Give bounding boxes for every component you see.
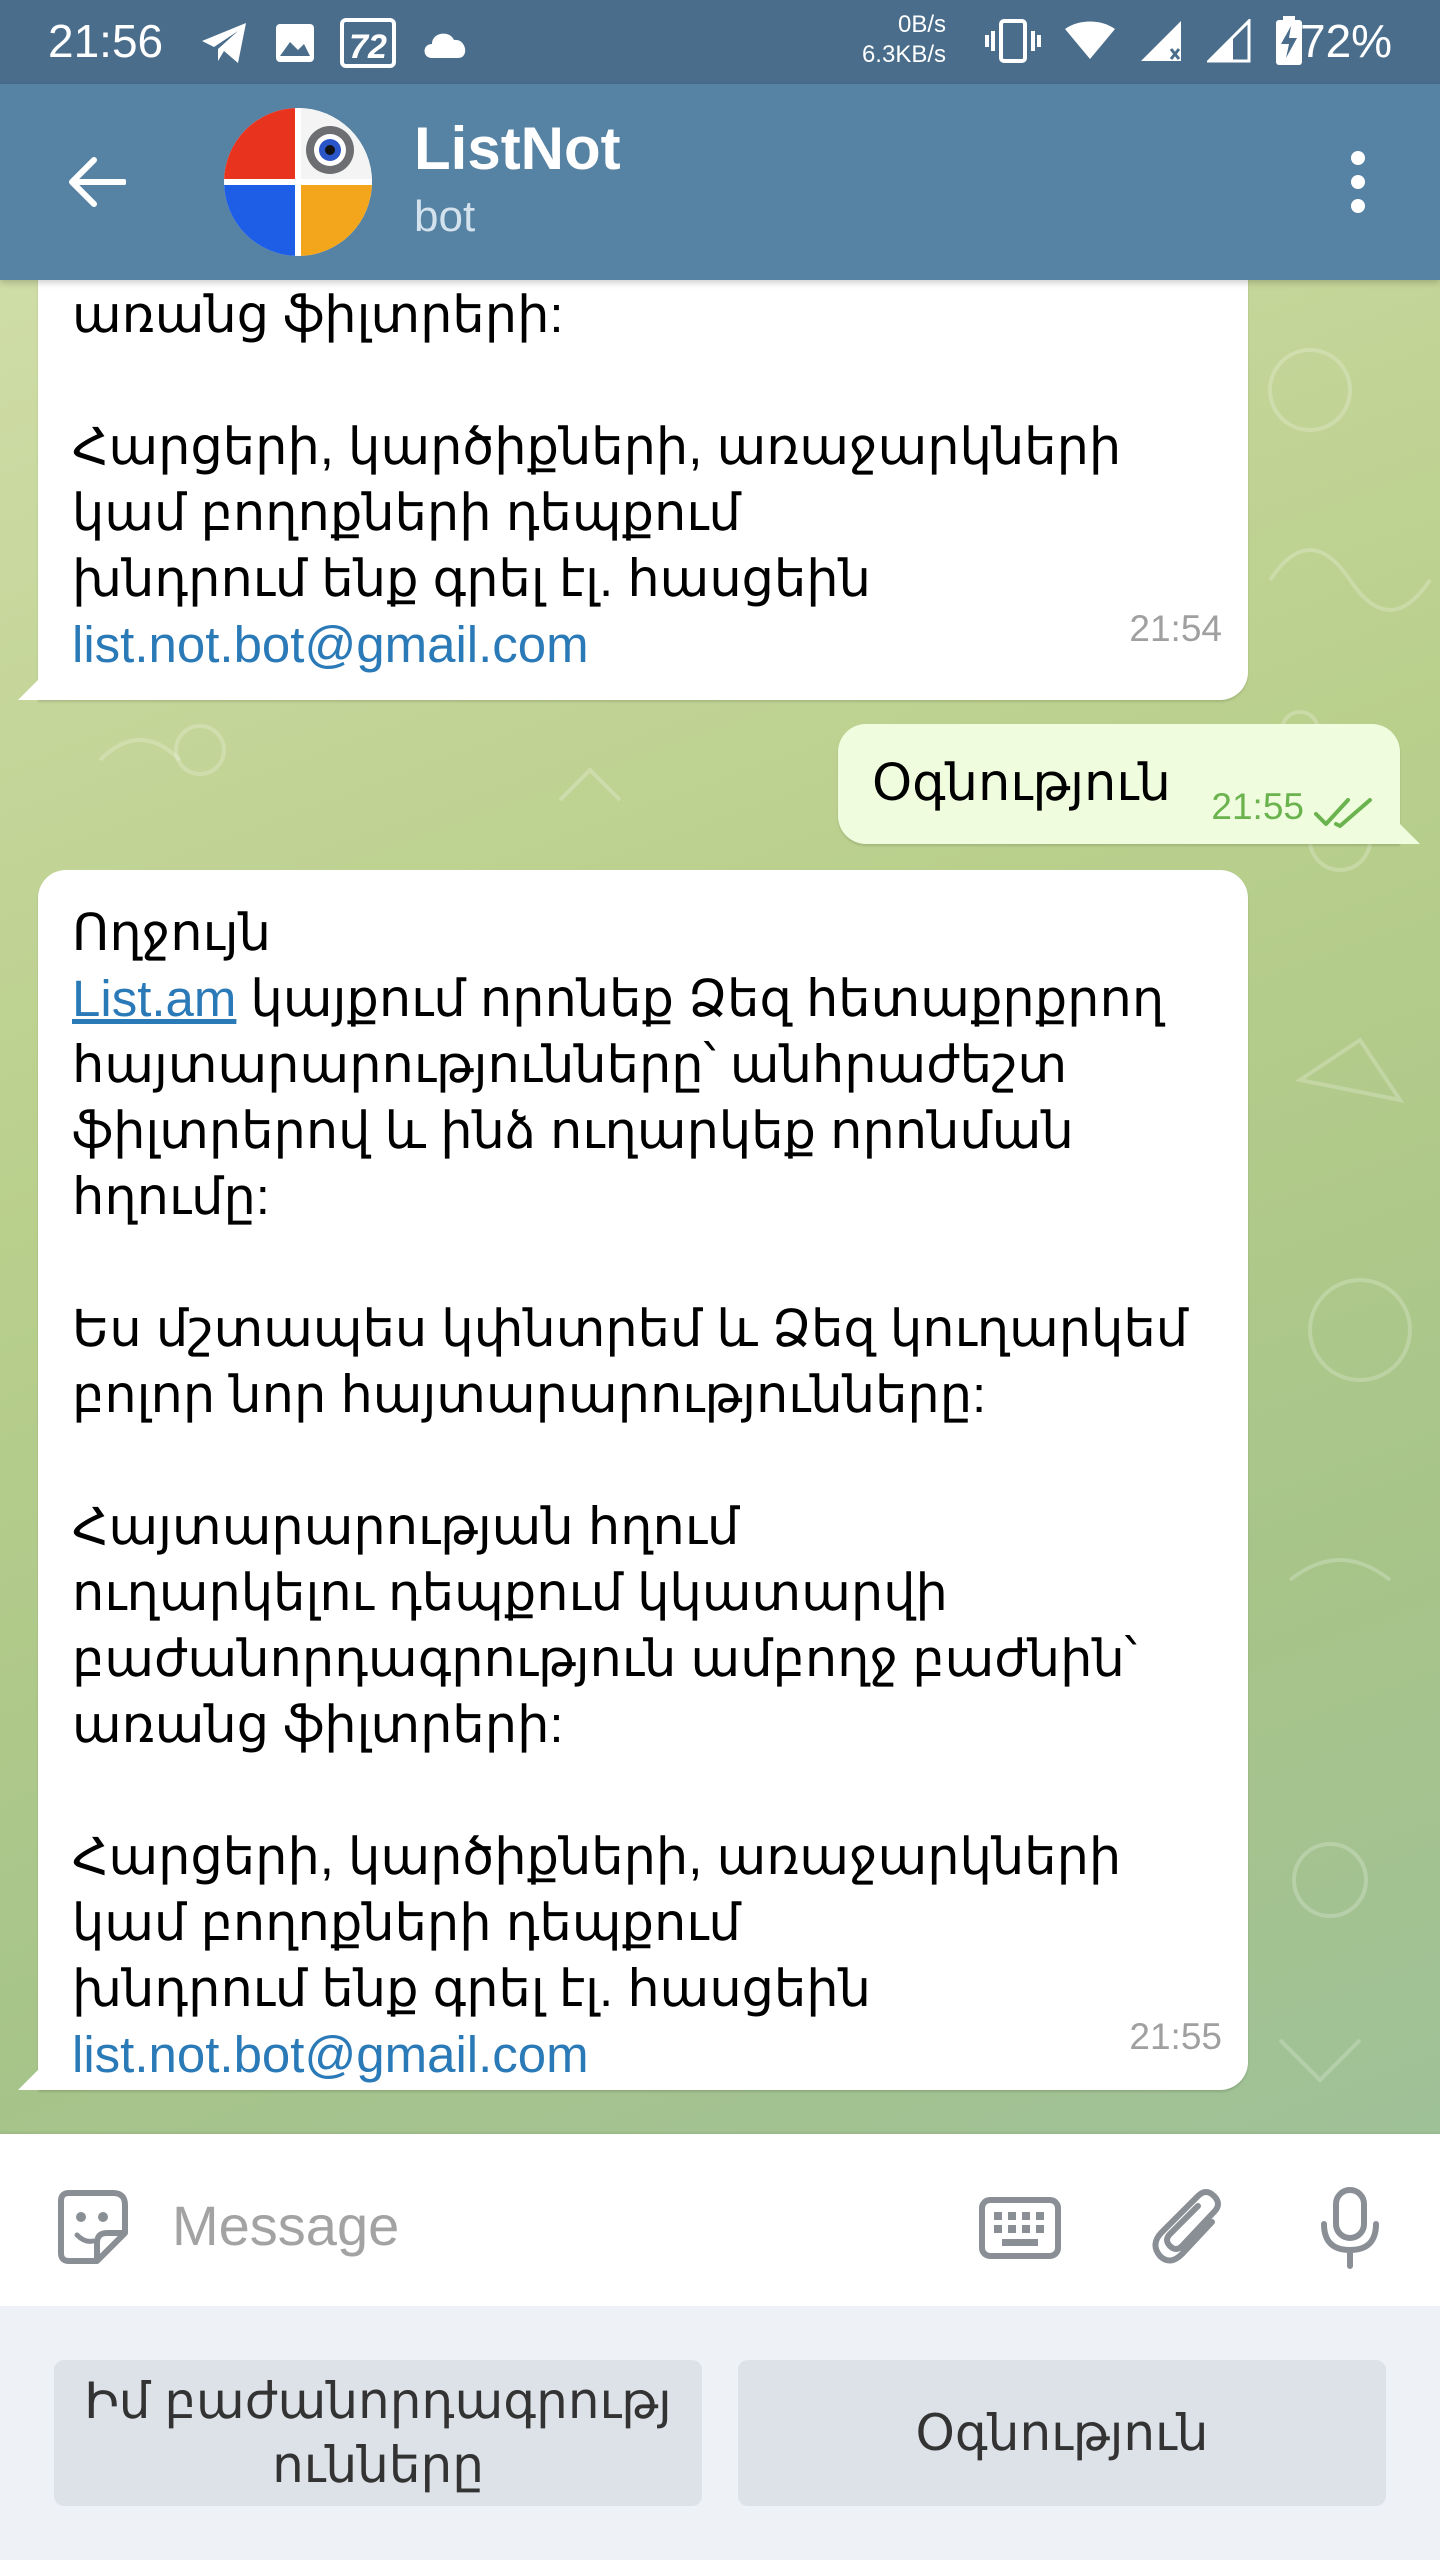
sticker-icon (58, 2190, 128, 2264)
chat-title[interactable]: ListNot (414, 114, 621, 183)
avatar[interactable] (224, 108, 372, 256)
notification-icons: 72 (200, 18, 470, 68)
status-time: 21:56 (48, 15, 164, 67)
help-button[interactable]: Օգնություն (738, 2360, 1386, 2506)
message-line: Հայտարարության հղում (72, 1498, 740, 1555)
signal-icon (1139, 19, 1183, 67)
badge-72-icon: 72 (340, 18, 396, 68)
net-speed-down: 6.3KB/s (861, 41, 946, 68)
net-speed: 0B/s 6.3KB/s (836, 10, 946, 70)
message-line: առանց ֆիլտրերի: (72, 1696, 564, 1753)
image-icon (274, 22, 316, 64)
message-time: 21:54 (1129, 608, 1222, 649)
status-bar: 21:56 72 0B/s 6.3KB/s 72% (0, 0, 1440, 84)
sticker-button[interactable] (46, 2182, 136, 2272)
chat-area[interactable]: առանց ֆիլտրերի: Հարցերի, կարծիքների, առա… (0, 280, 1440, 2134)
incoming-message[interactable]: առանց ֆիլտրերի: Հարցերի, կարծիքների, առա… (18, 280, 1248, 700)
chat-subtitle: bot (414, 192, 476, 241)
read-check-icon (1314, 780, 1374, 846)
message-line: խնդրում ենք գրել էլ. հասցեին (72, 1960, 871, 2017)
message-line-break (72, 348, 1121, 414)
battery-percent: 72% (1300, 15, 1393, 67)
signal-icon (1205, 17, 1251, 67)
message-line-rest: կայքում որոնեք Ձեզ հետաքրքրող (236, 970, 1165, 1027)
microphone-icon (1321, 2187, 1379, 2269)
paperclip-icon (1152, 2189, 1221, 2264)
message-line: կամ բողոքների դեպքում (72, 484, 741, 541)
more-options-button[interactable] (1330, 142, 1386, 222)
message-input[interactable] (170, 2174, 934, 2276)
message-line: Ես մշտապես կփնտրեմ և Ձեզ կուղարկեմ (72, 1300, 1189, 1357)
my-subscriptions-button[interactable]: Իմ բաժանորդագրությ ունները (54, 2360, 702, 2506)
message-time: 21:55 (1211, 786, 1304, 827)
message-line: List.am կայքում որոնեք Ձեզ հետաքրքրող (72, 966, 1188, 1032)
bot-logo-icon (224, 108, 372, 256)
message-line: բաժանորդագրություն ամբողջ բաժնին՝ (72, 1630, 1137, 1687)
net-speed-up: 0B/s (897, 11, 946, 38)
message-line: կամ բողոքների դեպքում (72, 1894, 741, 1951)
chat-header: ListNot bot (0, 84, 1440, 280)
message-line: Հարցերի, կարծիքների, առաջարկների (72, 418, 1122, 475)
message-line: բոլոր նոր հայտարարությունները: (72, 1366, 987, 1423)
message-line: Ողջույն (72, 904, 271, 961)
message-line: առանց ֆիլտրերի: (72, 286, 564, 343)
battery-charging-icon (1275, 16, 1303, 70)
voice-message-button[interactable] (1300, 2178, 1400, 2278)
message-line: ուղարկելու դեպքում կկատարվի (72, 1564, 948, 1621)
more-vertical-icon (1351, 151, 1365, 213)
message-line: ֆիլտրերով և ինձ ուղարկեք որոնման (72, 1102, 1074, 1159)
message-time: 21:55 (1129, 2016, 1222, 2057)
bot-keyboard-toggle-button[interactable] (970, 2178, 1070, 2278)
back-button[interactable] (56, 142, 136, 222)
message-line: հայտարարությունները՝ անհրաժեշտ (72, 1036, 1068, 1093)
vibrate-icon (985, 19, 1041, 67)
message-line-break (72, 1230, 1188, 1296)
message-line: Հարցերի, կարծիքների, առաջարկների (72, 1828, 1122, 1885)
cloud-icon (420, 26, 470, 60)
incoming-message[interactable]: Ողջույն List.am կայքում որոնեք Ձեզ հետաք… (18, 870, 1248, 2090)
message-line: հղումը: (72, 1168, 270, 1225)
wifi-icon (1065, 21, 1115, 65)
message-text: Օգնություն (872, 754, 1171, 811)
message-composer (0, 2134, 1440, 2306)
message-line-break (72, 1428, 1188, 1494)
email-link[interactable]: list.not.bot@gmail.com (72, 2022, 1188, 2088)
message-line: խնդրում ենք գրել էլ. հասցեին (72, 550, 871, 607)
attach-button[interactable] (1140, 2178, 1240, 2278)
back-arrow-icon (69, 157, 126, 207)
bot-reply-keyboard: Իմ բաժանորդագրությ ունները Օգնություն (0, 2306, 1440, 2560)
notification-badge-text: 72 (349, 28, 387, 66)
message-line-break (72, 1758, 1188, 1824)
telegram-icon (200, 21, 250, 65)
system-icons (985, 16, 1303, 70)
outgoing-message[interactable]: Օգնություն 21:55 (838, 724, 1420, 846)
email-link[interactable]: list.not.bot@gmail.com (72, 612, 1121, 678)
list-am-link[interactable]: List.am (72, 970, 236, 1027)
keyboard-icon (979, 2197, 1061, 2259)
